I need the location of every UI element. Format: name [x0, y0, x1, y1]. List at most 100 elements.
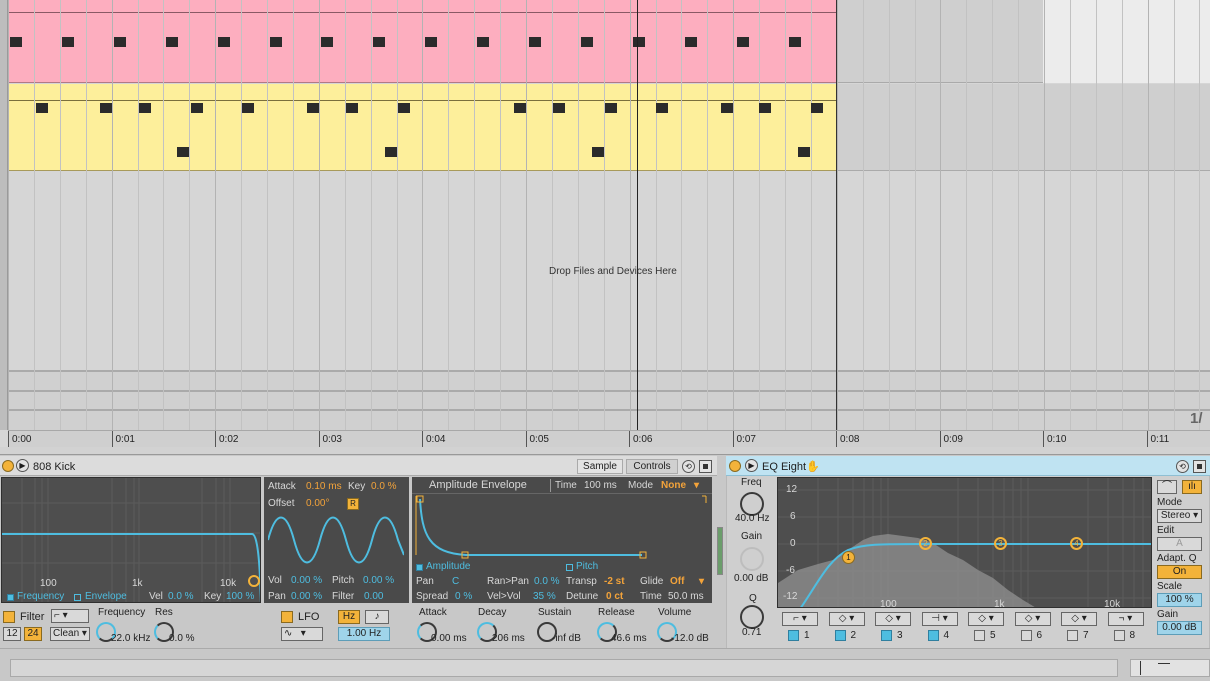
glide-dropdown-icon[interactable]: ▾: [699, 576, 704, 587]
filter-enable-toggle[interactable]: [3, 611, 15, 623]
adsr-decay-value[interactable]: 206 ms: [492, 633, 525, 644]
lfo-hz-button[interactable]: Hz: [338, 610, 360, 624]
midi-note[interactable]: [759, 103, 771, 113]
eq-band-point-2[interactable]: 2: [919, 537, 932, 550]
eq-band-point-4[interactable]: 4: [1070, 537, 1083, 550]
frequency-mode-toggle[interactable]: [7, 594, 14, 601]
midi-note[interactable]: [113, 37, 126, 47]
envelope-mode-label[interactable]: Envelope: [85, 591, 127, 602]
circuit-dropdown[interactable]: Clean ▾: [50, 627, 90, 641]
filter-key-value[interactable]: 100 %: [226, 591, 254, 602]
eq-band-enable-toggle[interactable]: [1067, 630, 1078, 641]
eq-band-filter-type-dropdown[interactable]: ◇ ▾: [968, 612, 1004, 626]
eq-band-enable-toggle[interactable]: [834, 630, 846, 641]
eq-band-filter-type-dropdown[interactable]: ◇ ▾: [875, 612, 911, 626]
eq-save-preset-icon[interactable]: [1193, 460, 1206, 473]
eq-gain-knob[interactable]: [740, 547, 764, 571]
amplitude-tab-toggle[interactable]: [416, 564, 423, 571]
midi-note[interactable]: [592, 147, 604, 157]
envelope-mode-dropdown-icon[interactable]: ▾: [694, 480, 699, 491]
midi-note[interactable]: [100, 103, 112, 113]
transp-value[interactable]: -2 st: [604, 576, 625, 587]
detune-value[interactable]: 0 ct: [606, 591, 623, 602]
lfo-key-value[interactable]: 0.0 %: [371, 481, 397, 492]
automation-lane[interactable]: [8, 370, 1210, 430]
adsr-sustain-value[interactable]: -inf dB: [552, 633, 581, 644]
eq-band-enable-toggle[interactable]: [1113, 630, 1125, 641]
midi-note[interactable]: [553, 103, 565, 113]
midi-note[interactable]: [139, 103, 151, 113]
lfo-enable-toggle[interactable]: [281, 611, 293, 623]
time-ruler[interactable]: 0:00 0:01 0:02 0:03 0:04 0:05 0:06 0:07 0:08 0:09…: [8, 430, 1210, 447]
lfo-rate-field[interactable]: 1.00 Hz: [338, 627, 390, 641]
eq-adaptq-button[interactable]: On: [1157, 565, 1202, 579]
eq-hot-swap-icon[interactable]: ⟲: [1176, 460, 1189, 473]
adsr-release-value[interactable]: 46.6 ms: [611, 633, 647, 644]
env-pan-value[interactable]: C: [452, 576, 459, 587]
lfo-sync-button[interactable]: ♪: [365, 610, 389, 624]
eq-activator-button[interactable]: [729, 460, 741, 472]
lfo-pitch-value[interactable]: 0.00 %: [363, 575, 394, 586]
eq-spectrum-button[interactable]: ılı: [1182, 480, 1202, 494]
adsr-volume-value[interactable]: -12.0 dB: [671, 633, 709, 644]
eq-band-filter-type-dropdown[interactable]: ⊣ ▾: [921, 612, 958, 626]
eq-output-gain-field[interactable]: 0.00 dB: [1157, 621, 1202, 635]
midi-note[interactable]: [425, 37, 438, 47]
eq-band-enable-toggle[interactable]: [927, 630, 939, 641]
pitch-tab-toggle[interactable]: [566, 564, 573, 571]
lfo-offset-value[interactable]: 0.00°: [306, 498, 329, 509]
status-track-selector[interactable]: [1130, 659, 1210, 677]
status-info-field[interactable]: [10, 659, 1118, 677]
save-preset-icon[interactable]: [699, 460, 712, 473]
eq-band-enable-toggle[interactable]: [788, 630, 799, 641]
midi-note[interactable]: [191, 103, 203, 113]
eq-q-knob[interactable]: [740, 605, 764, 629]
midi-note[interactable]: [307, 103, 319, 113]
midi-note[interactable]: [242, 103, 254, 113]
device-activator-button[interactable]: [2, 460, 14, 472]
eq-band-filter-type-dropdown[interactable]: ◇ ▾: [1014, 612, 1051, 626]
hand-icon[interactable]: ✋: [806, 460, 820, 473]
midi-note[interactable]: [529, 37, 541, 47]
amplitude-tab[interactable]: Amplitude: [426, 561, 470, 572]
hot-swap-icon[interactable]: ⟲: [682, 460, 695, 473]
midi-note[interactable]: [385, 147, 397, 157]
midi-note[interactable]: [788, 37, 801, 47]
eq-band-filter-type-dropdown[interactable]: ◇ ▾: [1061, 612, 1097, 626]
eq-gain-value[interactable]: 0.00 dB: [734, 573, 768, 584]
eq-mode-dropdown[interactable]: Stereo ▾: [1157, 509, 1202, 523]
midi-note[interactable]: [656, 103, 668, 113]
filter-frequency-value[interactable]: 22.0 kHz: [111, 633, 150, 644]
lfo-pan-value[interactable]: 0.00 %: [291, 591, 322, 602]
midi-note[interactable]: [684, 37, 697, 47]
arrangement-view[interactable]: Drop Files and Devices Here 1/ 0:00 0:01 0…: [0, 0, 1210, 447]
eq-freq-value[interactable]: 40.0 Hz: [735, 513, 769, 524]
adsr-attack-value[interactable]: 0.00 ms: [431, 633, 467, 644]
empty-lane-snare[interactable]: [836, 84, 1210, 171]
midi-note[interactable]: [321, 37, 334, 47]
envelope-graph[interactable]: [414, 495, 710, 561]
lfo-waveform-dropdown[interactable]: ∿ ▾: [281, 627, 323, 641]
eq-band-enable-toggle[interactable]: [881, 630, 892, 641]
envelope-mode-toggle[interactable]: [74, 594, 81, 601]
lfo-attack-value[interactable]: 0.10 ms: [306, 481, 342, 492]
eq-band-filter-type-dropdown[interactable]: ◇ ▾: [828, 612, 865, 626]
midi-note[interactable]: [632, 37, 645, 47]
midi-note[interactable]: [514, 103, 526, 113]
slope-24-button[interactable]: 24: [24, 627, 42, 641]
midi-note[interactable]: [605, 103, 617, 113]
midi-note[interactable]: [61, 37, 74, 47]
midi-note[interactable]: [721, 103, 733, 113]
midi-note[interactable]: [177, 147, 189, 157]
eq-audition-icon[interactable]: ⌒: [1157, 480, 1177, 494]
midi-note[interactable]: [811, 103, 823, 113]
eq-band-enable-toggle[interactable]: [1020, 630, 1032, 641]
filter-vel-value[interactable]: 0.0 %: [168, 591, 194, 602]
midi-note[interactable]: [398, 103, 410, 113]
filter-res-value[interactable]: 0.0 %: [169, 633, 195, 644]
lfo-retrigger-button[interactable]: R: [347, 498, 359, 510]
envelope-mode-value[interactable]: None: [661, 480, 686, 491]
eq-play-icon[interactable]: ▶: [745, 459, 758, 472]
playhead[interactable]: [637, 0, 638, 440]
midi-note[interactable]: [580, 37, 593, 47]
